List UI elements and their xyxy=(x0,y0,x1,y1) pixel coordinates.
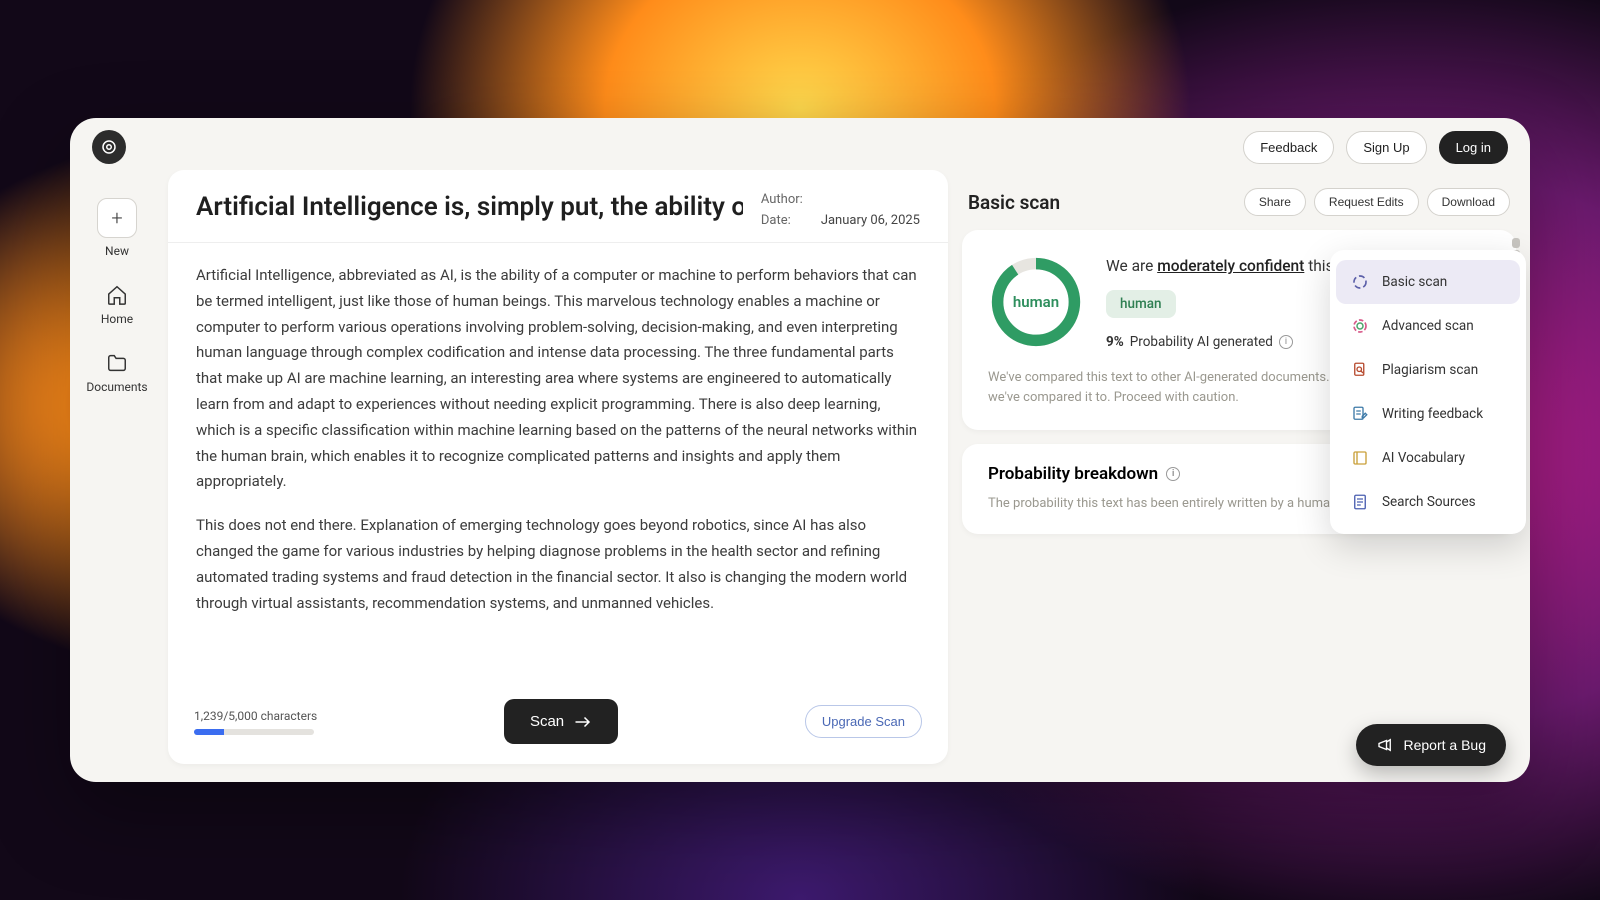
menu-label: Writing feedback xyxy=(1382,406,1483,422)
sidebar-item-home[interactable]: Home xyxy=(101,284,133,326)
top-actions: Feedback Sign Up Log in xyxy=(1243,131,1508,164)
scan-button-label: Scan xyxy=(530,713,564,730)
probability-label: Probability AI generated xyxy=(1130,334,1273,350)
download-button[interactable]: Download xyxy=(1427,188,1510,216)
app-logo[interactable] xyxy=(92,130,126,164)
book-icon xyxy=(1350,448,1370,468)
sidebar-label-new: New xyxy=(105,244,129,258)
scan-button[interactable]: Scan xyxy=(504,699,618,744)
menu-label: Search Sources xyxy=(1382,494,1476,510)
menu-item-basic-scan[interactable]: Basic scan xyxy=(1336,260,1520,304)
sidebar-label-home: Home xyxy=(101,312,133,326)
date-label: Date: xyxy=(761,213,803,228)
report-bug-button[interactable]: Report a Bug xyxy=(1356,724,1507,766)
result-donut: human xyxy=(988,254,1084,350)
menu-label: Plagiarism scan xyxy=(1382,362,1478,378)
arrow-right-icon xyxy=(574,715,592,729)
document-paragraph: This does not end there. Explanation of … xyxy=(196,513,920,616)
document-meta: Author: Date: January 06, 2025 xyxy=(761,192,920,228)
info-icon[interactable]: i xyxy=(1279,335,1293,349)
document-edit-icon xyxy=(1350,404,1370,424)
sidebar-item-new[interactable]: + New xyxy=(97,198,137,258)
author-label: Author: xyxy=(761,192,803,207)
results-column: Basic scan Share Request Edits Download xyxy=(962,170,1516,764)
char-count-label: 1,239/5,000 characters xyxy=(194,709,317,723)
feedback-button[interactable]: Feedback xyxy=(1243,131,1334,164)
signup-button[interactable]: Sign Up xyxy=(1346,131,1426,164)
scan-type-menu: Basic scan Advanced scan Plagiarism scan xyxy=(1330,250,1526,534)
app-window: Feedback Sign Up Log in + New Home Docum… xyxy=(70,118,1530,782)
verdict-badge: human xyxy=(1106,290,1176,318)
menu-item-writing-feedback[interactable]: Writing feedback xyxy=(1336,392,1520,436)
info-icon[interactable]: i xyxy=(1166,467,1180,481)
editor-footer: 1,239/5,000 characters Scan Upgrade Scan xyxy=(168,687,948,764)
plus-icon: + xyxy=(97,198,137,238)
editor-header: Artificial Intelligence is, simply put, … xyxy=(168,170,948,243)
document-title: Artificial Intelligence is, simply put, … xyxy=(196,192,743,228)
sidebar-item-documents[interactable]: Documents xyxy=(86,352,147,394)
request-edits-button[interactable]: Request Edits xyxy=(1314,188,1419,216)
menu-label: Advanced scan xyxy=(1382,318,1474,334)
results-actions: Share Request Edits Download xyxy=(1244,188,1510,216)
char-progress-bar xyxy=(194,729,314,735)
menu-label: AI Vocabulary xyxy=(1382,450,1465,466)
document-paragraph: Artificial Intelligence, abbreviated as … xyxy=(196,263,920,495)
topbar: Feedback Sign Up Log in xyxy=(70,118,1530,170)
login-button[interactable]: Log in xyxy=(1439,131,1508,164)
logo-icon xyxy=(100,138,118,156)
app-body: + New Home Documents Artificial Intellig… xyxy=(70,170,1530,782)
breakdown-title: Probability breakdown xyxy=(988,464,1158,484)
date-value: January 06, 2025 xyxy=(821,213,920,228)
upgrade-scan-button[interactable]: Upgrade Scan xyxy=(805,705,922,738)
folder-icon xyxy=(106,352,128,374)
menu-item-plagiarism-scan[interactable]: Plagiarism scan xyxy=(1336,348,1520,392)
home-icon xyxy=(106,284,128,306)
character-count: 1,239/5,000 characters xyxy=(194,709,317,735)
probability-percent: 9% xyxy=(1106,334,1124,350)
share-button[interactable]: Share xyxy=(1244,188,1306,216)
document-search-icon xyxy=(1350,360,1370,380)
editor-card: Artificial Intelligence is, simply put, … xyxy=(168,170,948,764)
results-header: Basic scan Share Request Edits Download xyxy=(962,170,1516,216)
results-title: Basic scan xyxy=(968,191,1060,214)
sidebar-label-documents: Documents xyxy=(86,380,147,394)
menu-item-search-sources[interactable]: Search Sources xyxy=(1336,480,1520,524)
donut-center-label: human xyxy=(988,254,1084,350)
menu-label: Basic scan xyxy=(1382,274,1447,290)
report-bug-label: Report a Bug xyxy=(1404,737,1487,753)
circle-icon xyxy=(1350,272,1370,292)
circle-multi-icon xyxy=(1350,316,1370,336)
document-list-icon xyxy=(1350,492,1370,512)
megaphone-icon xyxy=(1376,736,1394,754)
menu-item-ai-vocabulary[interactable]: AI Vocabulary xyxy=(1336,436,1520,480)
menu-item-advanced-scan[interactable]: Advanced scan xyxy=(1336,304,1520,348)
editor-body[interactable]: Artificial Intelligence, abbreviated as … xyxy=(168,243,948,687)
sidebar: + New Home Documents xyxy=(80,170,154,764)
confidence-link[interactable]: moderately confident xyxy=(1157,257,1304,275)
